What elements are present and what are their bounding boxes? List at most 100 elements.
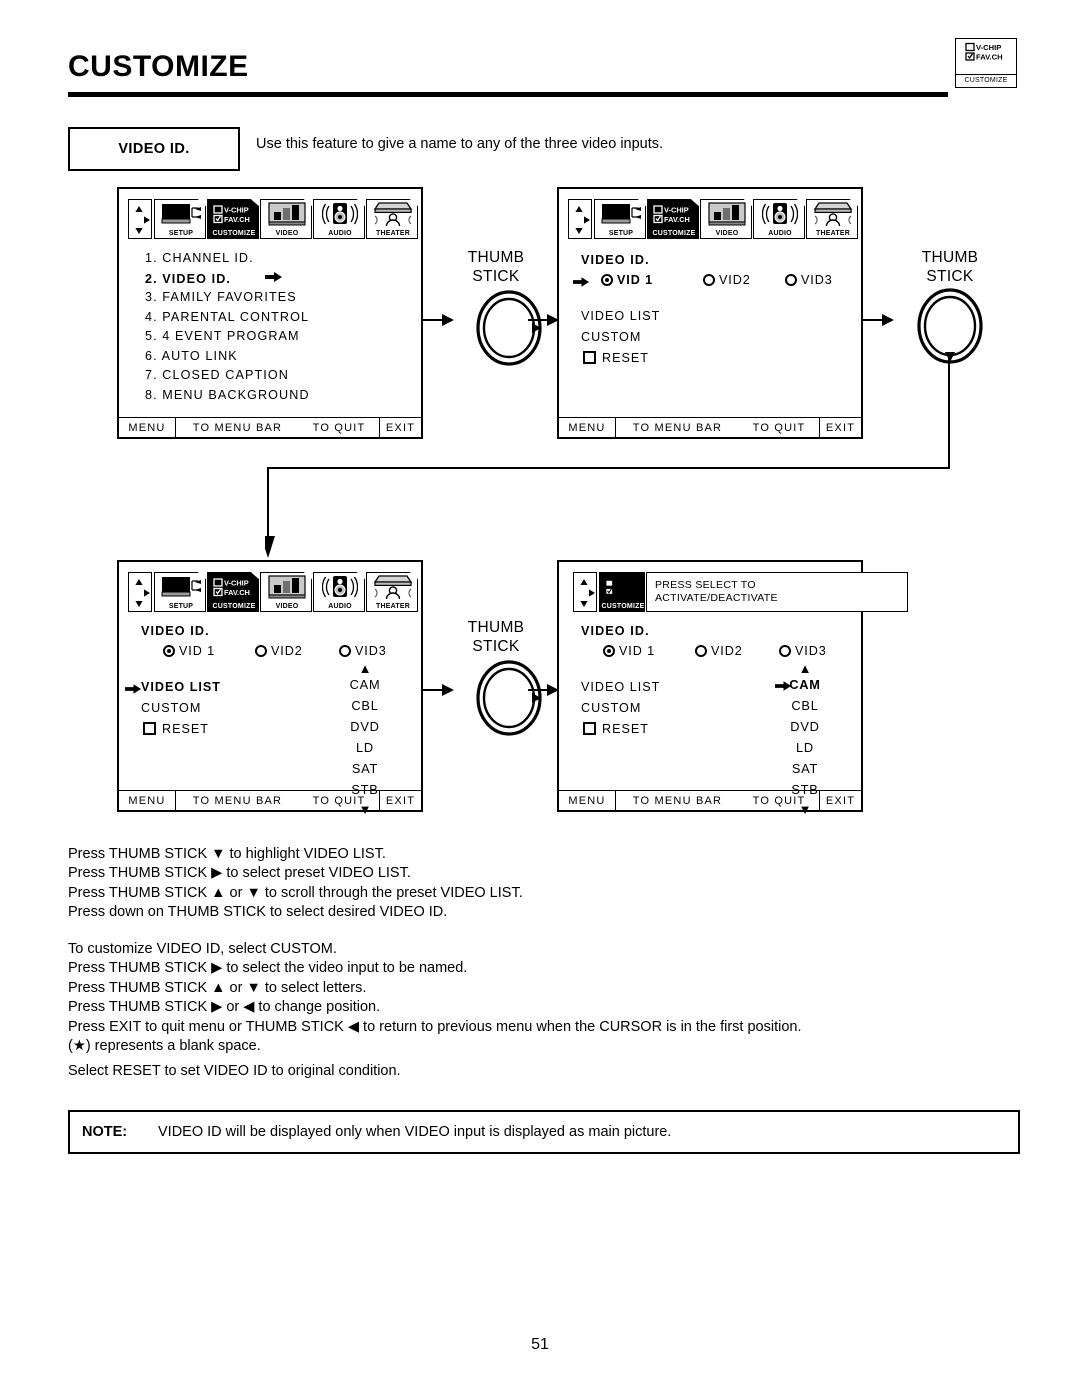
instruction-line: (★) represents a blank space. <box>68 1038 261 1055</box>
tab-audio[interactable]: AUDIO <box>753 199 805 239</box>
video-input-option[interactable]: VID2 <box>703 273 751 287</box>
video-input-option[interactable]: VID 1 <box>601 273 653 287</box>
thumb-stick-2: THUMB STICK <box>895 248 1005 366</box>
footer-to-menu-bar: TO MENU BAR <box>615 791 739 810</box>
preset-list-item[interactable]: SAT <box>315 761 415 782</box>
tab-audio-label: AUDIO <box>768 230 792 237</box>
footer-exit[interactable]: EXIT <box>819 791 861 810</box>
preset-list-item[interactable]: SAT <box>755 761 855 782</box>
footer-menu[interactable]: MENU <box>559 791 615 810</box>
video-input-label: VID 1 <box>179 644 215 658</box>
video-id-option-row[interactable]: CUSTOM <box>581 330 660 351</box>
preset-list-item[interactable]: DVD <box>755 719 855 740</box>
footer-exit[interactable]: EXIT <box>379 791 421 810</box>
tab-customize[interactable]: V-CHIP FAV.CH CUSTOMIZE <box>207 572 259 612</box>
reset-checkbox[interactable] <box>583 722 596 735</box>
video-input-option[interactable]: VID3 <box>779 644 827 658</box>
svg-text:FAV.CH: FAV.CH <box>664 215 690 224</box>
video-id-option-row[interactable]: RESET <box>141 722 221 743</box>
radio-unselected-icon[interactable] <box>339 645 351 657</box>
tab-audio[interactable]: AUDIO <box>313 199 365 239</box>
video-input-option[interactable]: VID 1 <box>163 644 215 658</box>
tab-theater[interactable]: THEATER <box>366 572 418 612</box>
video-input-option[interactable]: VID2 <box>255 644 303 658</box>
tab-setup[interactable]: SETUP <box>154 572 206 612</box>
radio-unselected-icon[interactable] <box>703 274 715 286</box>
video-id-option-row[interactable]: VIDEO LIST <box>581 309 660 330</box>
tab-setup-label: SETUP <box>168 603 194 610</box>
tab-customize-label: CUSTOMIZE <box>601 603 645 610</box>
video-input-label: VID3 <box>355 644 387 658</box>
radio-unselected-icon[interactable] <box>695 645 707 657</box>
tab-video[interactable]: VIDEO <box>260 572 312 612</box>
footer-menu[interactable]: MENU <box>119 791 175 810</box>
tab-customize[interactable]: V-CHIP FAV.CH CUSTOMIZE <box>647 199 699 239</box>
video-input-label: VID3 <box>801 273 833 287</box>
video-id-option-row[interactable]: VIDEO LIST <box>125 680 221 701</box>
thumb-stick-1-line1: THUMB <box>467 249 525 266</box>
tab-customize[interactable]: V-CHIP FAV.CH CUSTOMIZE <box>599 572 645 612</box>
instruction-line: Press THUMB STICK ▲ or ▼ to scroll throu… <box>68 884 523 901</box>
tab-video[interactable]: VIDEO <box>260 199 312 239</box>
video-input-option[interactable]: VID2 <box>695 644 743 658</box>
osd4-option-list: VIDEO LIST CUSTOM RESET <box>581 680 660 743</box>
video-id-option-row[interactable]: RESET <box>581 722 660 743</box>
video-id-option-label: RESET <box>162 722 209 736</box>
tab-setup-label: SETUP <box>168 230 194 237</box>
preset-list-item[interactable]: CBL <box>315 698 415 719</box>
video-input-option[interactable]: VID3 <box>785 273 833 287</box>
preset-list-item[interactable]: LD <box>315 740 415 761</box>
tab-setup-label: SETUP <box>608 230 634 237</box>
thumb-stick-3-dial-icon <box>463 658 542 736</box>
reset-checkbox[interactable] <box>143 722 156 735</box>
customize-menu-item[interactable]: 1. CHANNEL ID. <box>145 251 310 271</box>
bars-video-icon <box>701 201 751 227</box>
video-id-option-row[interactable]: CUSTOM <box>581 701 660 722</box>
scroll-up-arrow-icon[interactable]: ▲ <box>755 662 855 677</box>
footer-menu[interactable]: MENU <box>119 418 175 437</box>
customize-menu-item[interactable]: 4. PARENTAL CONTROL <box>145 310 310 330</box>
radio-selected-icon[interactable] <box>163 645 175 657</box>
tab-customize[interactable]: V-CHIP FAV.CH CUSTOMIZE <box>207 199 259 239</box>
preset-list-item[interactable]: LD <box>755 740 855 761</box>
cursor-arrow-icon <box>125 683 142 698</box>
preset-list-item[interactable]: CBL <box>755 698 855 719</box>
thumb-stick-3-line2: STICK <box>472 638 520 655</box>
preset-list-item[interactable]: CAM <box>315 677 415 698</box>
corner-section-badge: V-CHIP FAV.CH CUSTOMIZE <box>955 38 1020 88</box>
osd4-menu-bar: V-CHIP FAV.CH CUSTOMIZE PRESS SELECT TO … <box>573 570 908 612</box>
video-id-option-row[interactable]: VIDEO LIST <box>581 680 660 701</box>
tab-video-label: VIDEO <box>275 603 299 610</box>
tab-setup[interactable]: SETUP <box>594 199 646 239</box>
tab-theater[interactable]: THEATER <box>366 199 418 239</box>
customize-menu-item-label: 2. VIDEO ID. <box>145 271 231 286</box>
customize-menu-item-label: 5. 4 EVENT PROGRAM <box>145 329 300 343</box>
radio-selected-icon[interactable] <box>601 274 613 286</box>
tab-setup[interactable]: SETUP <box>154 199 206 239</box>
tab-video[interactable]: VIDEO <box>700 199 752 239</box>
video-input-option[interactable]: VID3 <box>339 644 387 658</box>
radio-unselected-icon[interactable] <box>785 274 797 286</box>
customize-menu-item[interactable]: 3. FAMILY FAVORITES <box>145 290 310 310</box>
page-number: 51 <box>531 1336 549 1353</box>
tab-theater[interactable]: THEATER <box>806 199 858 239</box>
radio-unselected-icon[interactable] <box>255 645 267 657</box>
preset-list-item[interactable]: DVD <box>315 719 415 740</box>
video-id-option-row[interactable]: CUSTOM <box>141 701 221 722</box>
customize-menu-item[interactable]: 2. VIDEO ID. <box>145 271 310 291</box>
customize-menu-item[interactable]: 5. 4 EVENT PROGRAM <box>145 329 310 349</box>
radio-unselected-icon[interactable] <box>779 645 791 657</box>
instruction-line: Press THUMB STICK ▶ or ◀ to change posit… <box>68 999 381 1016</box>
footer-to-menu-bar: TO MENU BAR <box>175 791 299 810</box>
osd1-menu-bar: SETUP V-CHIP FAV.CH CUSTOMIZE VIDEO AUDI <box>128 197 419 239</box>
tab-audio[interactable]: AUDIO <box>313 572 365 612</box>
scroll-up-arrow-icon[interactable]: ▲ <box>315 662 415 677</box>
nav-pad-icon <box>573 572 597 612</box>
radio-selected-icon[interactable] <box>603 645 615 657</box>
preset-list-item[interactable]: CAM <box>755 677 855 698</box>
osd2-video-input-radios: VID 1 VID2 VID3 <box>573 273 853 291</box>
instruction-line: Press THUMB STICK ▶ to select preset VID… <box>68 865 411 882</box>
preset-list-item-label: CBL <box>351 698 379 713</box>
nav-pad-icon <box>128 199 152 239</box>
video-input-option[interactable]: VID 1 <box>603 644 655 658</box>
